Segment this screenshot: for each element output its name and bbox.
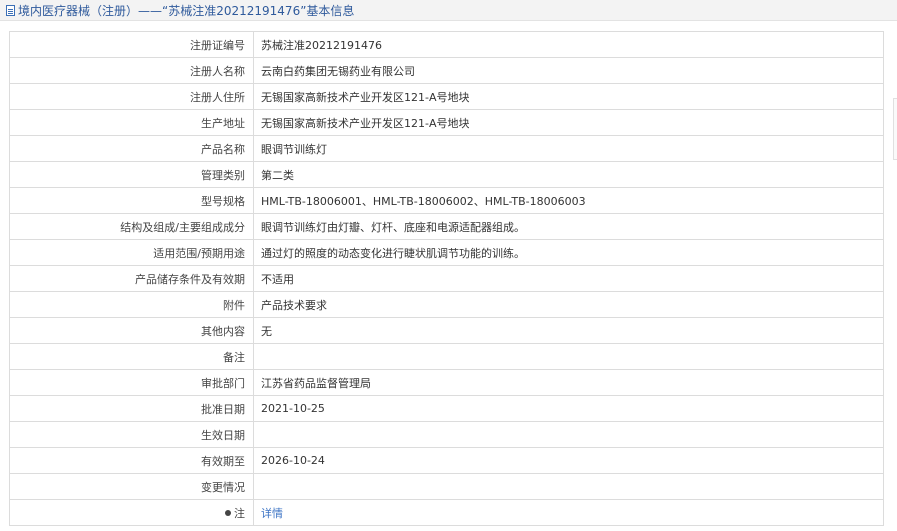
- details-link[interactable]: 详情: [261, 507, 283, 520]
- row-value: 云南白药集团无锡药业有限公司: [253, 57, 884, 84]
- row-label: 备注: [9, 343, 254, 370]
- row-value: 无锡国家高新技术产业开发区121-A号地块: [253, 83, 884, 110]
- note-label-text: 注: [234, 506, 245, 520]
- table-row: 适用范围/预期用途 通过灯的照度的动态变化进行睫状肌调节功能的训练。: [9, 239, 884, 266]
- table-row: 有效期至 2026-10-24: [9, 447, 884, 474]
- table-row: 生产地址 无锡国家高新技术产业开发区121-A号地块: [9, 109, 884, 136]
- side-scroll-tab[interactable]: [893, 98, 897, 160]
- row-label: 产品储存条件及有效期: [9, 265, 254, 292]
- row-label: 适用范围/预期用途: [9, 239, 254, 266]
- table-row: 批准日期 2021-10-25: [9, 395, 884, 422]
- row-label: 生效日期: [9, 421, 254, 448]
- page-header: 境内医疗器械（注册）——“苏械注准20212191476”基本信息: [0, 0, 897, 21]
- row-label: 注册人名称: [9, 57, 254, 84]
- table-row: 注册人名称 云南白药集团无锡药业有限公司: [9, 57, 884, 84]
- table-row: 管理类别 第二类: [9, 161, 884, 188]
- row-value: 第二类: [253, 161, 884, 188]
- row-value: 产品技术要求: [253, 291, 884, 318]
- table-row: 备注: [9, 343, 884, 370]
- row-value: 眼调节训练灯由灯瓣、灯杆、底座和电源适配器组成。: [253, 213, 884, 240]
- row-label: 产品名称: [9, 135, 254, 162]
- note-label: 注: [9, 499, 254, 526]
- row-value: 苏械注准20212191476: [253, 31, 884, 58]
- row-value: 无: [253, 317, 884, 344]
- table-row: 产品储存条件及有效期 不适用: [9, 265, 884, 292]
- row-value: [253, 473, 884, 500]
- row-value: 眼调节训练灯: [253, 135, 884, 162]
- row-label: 批准日期: [9, 395, 254, 422]
- row-label: 注册证编号: [9, 31, 254, 58]
- table-row: 型号规格 HML-TB-18006001、HML-TB-18006002、HML…: [9, 187, 884, 214]
- pin-icon: [225, 509, 231, 516]
- page-title: 境内医疗器械（注册）——“苏械注准20212191476”基本信息: [18, 3, 355, 18]
- table-row: 注册证编号 苏械注准20212191476: [9, 31, 884, 58]
- row-value: HML-TB-18006001、HML-TB-18006002、HML-TB-1…: [253, 187, 884, 214]
- row-label: 结构及组成/主要组成成分: [9, 213, 254, 240]
- row-label: 注册人住所: [9, 83, 254, 110]
- table-row: 附件 产品技术要求: [9, 291, 884, 318]
- row-value: 详情: [253, 499, 884, 526]
- row-value: 无锡国家高新技术产业开发区121-A号地块: [253, 109, 884, 136]
- row-label: 有效期至: [9, 447, 254, 474]
- row-label: 附件: [9, 291, 254, 318]
- table-row: 产品名称 眼调节训练灯: [9, 135, 884, 162]
- table-row: 审批部门 江苏省药品监督管理局: [9, 369, 884, 396]
- info-table: 注册证编号 苏械注准20212191476 注册人名称 云南白药集团无锡药业有限…: [9, 31, 884, 526]
- table-row: 其他内容 无: [9, 317, 884, 344]
- row-label: 型号规格: [9, 187, 254, 214]
- row-value: [253, 421, 884, 448]
- row-value: 江苏省药品监督管理局: [253, 369, 884, 396]
- row-label: 生产地址: [9, 109, 254, 136]
- table-row: 变更情况: [9, 473, 884, 500]
- table-row: 注 详情: [9, 499, 884, 526]
- row-label: 审批部门: [9, 369, 254, 396]
- table-row: 注册人住所 无锡国家高新技术产业开发区121-A号地块: [9, 83, 884, 110]
- row-value: 2026-10-24: [253, 447, 884, 474]
- row-value: [253, 343, 884, 370]
- row-value: 2021-10-25: [253, 395, 884, 422]
- row-value: 不适用: [253, 265, 884, 292]
- table-row: 结构及组成/主要组成成分 眼调节训练灯由灯瓣、灯杆、底座和电源适配器组成。: [9, 213, 884, 240]
- document-icon: [6, 4, 15, 16]
- row-label: 管理类别: [9, 161, 254, 188]
- row-label: 其他内容: [9, 317, 254, 344]
- row-label: 变更情况: [9, 473, 254, 500]
- row-value: 通过灯的照度的动态变化进行睫状肌调节功能的训练。: [253, 239, 884, 266]
- table-row: 生效日期: [9, 421, 884, 448]
